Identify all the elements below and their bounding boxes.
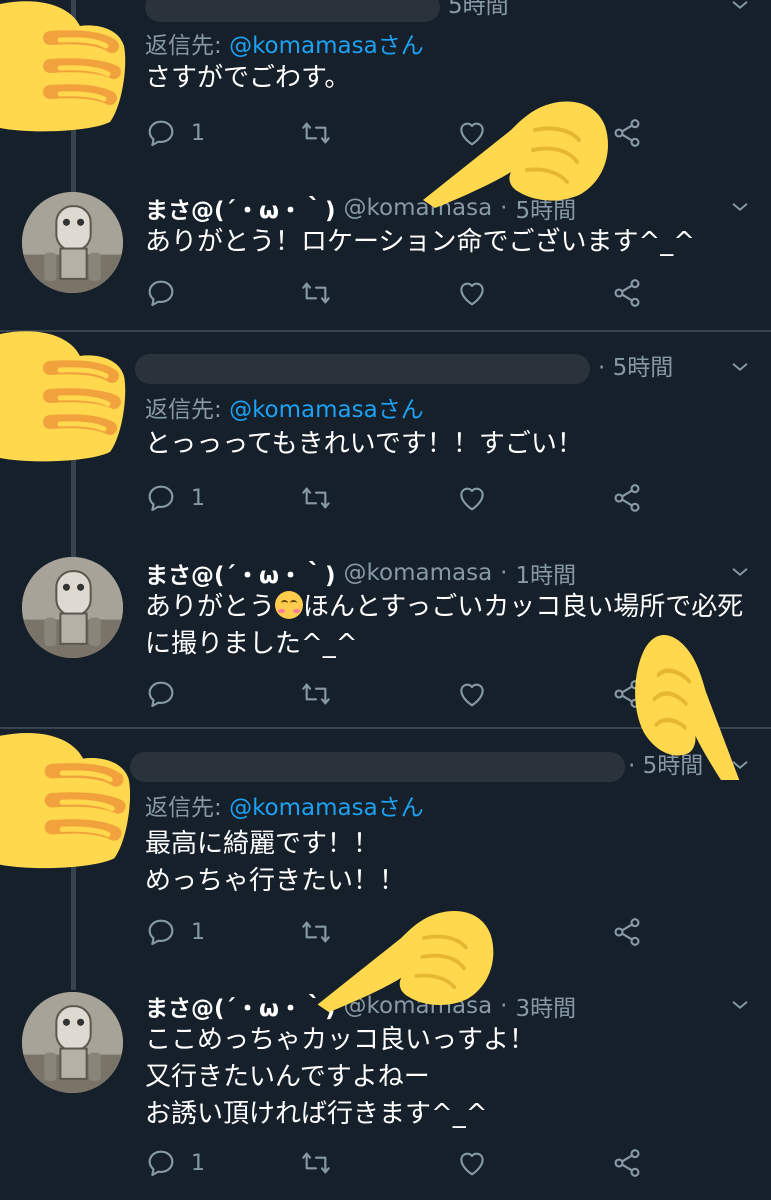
tweet-actions xyxy=(145,677,645,711)
separator: · xyxy=(500,560,508,586)
redacted-user xyxy=(145,0,440,22)
share-icon xyxy=(611,117,643,149)
reply-to-handle[interactable]: @komamasaさん xyxy=(229,795,424,821)
thumbs-up-hand-icon xyxy=(0,705,135,885)
chevron-down-icon[interactable] xyxy=(729,994,751,1016)
reply-button[interactable]: 1 xyxy=(145,1146,205,1180)
speech-bubble-icon xyxy=(145,482,177,514)
display-name[interactable]: まさ@(´・ω・｀) xyxy=(145,989,336,1023)
tweet-header: まさ@(´・ω・｀) @komamasa · 1時間 xyxy=(145,555,576,591)
heart-icon xyxy=(456,482,488,514)
display-name[interactable]: まさ@(´・ω・｀) xyxy=(145,191,336,225)
retweet-icon xyxy=(300,117,332,149)
reply-button[interactable] xyxy=(145,677,191,711)
heart-icon xyxy=(456,277,488,309)
display-name[interactable]: まさ@(´・ω・｀) xyxy=(145,556,336,590)
pointing-hand-icon xyxy=(310,880,500,1015)
reply-count: 1 xyxy=(191,919,205,945)
pointing-hand-icon xyxy=(415,70,615,210)
thumbs-up-hand-icon xyxy=(0,312,130,470)
reply-count: 1 xyxy=(191,485,205,511)
chevron-down-icon[interactable] xyxy=(729,356,751,378)
speech-bubble-icon xyxy=(145,678,177,710)
retweet-icon xyxy=(300,277,332,309)
retweet-icon xyxy=(300,1147,332,1179)
tweet-time: 3時間 xyxy=(515,996,577,1022)
like-button[interactable] xyxy=(456,677,488,711)
retweet-button[interactable] xyxy=(300,116,332,150)
like-button[interactable] xyxy=(456,481,488,515)
reply-to: 返信先: @komamasaさん xyxy=(145,788,424,822)
reply-to-handle[interactable]: @komamasaさん xyxy=(229,397,424,423)
thumbs-up-hand-icon xyxy=(0,0,130,136)
chevron-down-icon[interactable] xyxy=(729,196,751,218)
tweet-time: · 5時間 xyxy=(598,350,673,386)
share-icon xyxy=(611,1147,643,1179)
reply-button[interactable]: 1 xyxy=(145,116,205,150)
retweet-icon xyxy=(300,482,332,514)
reply-count: 1 xyxy=(191,1150,205,1176)
smiling-face-with-blush-icon xyxy=(275,591,304,619)
retweet-button[interactable] xyxy=(300,677,332,711)
reply-to-label: 返信先: xyxy=(145,795,230,821)
reply-to-label: 返信先: xyxy=(145,397,230,423)
separator: · xyxy=(500,993,508,1019)
redacted-user xyxy=(130,752,625,782)
tweet-text: とっっってもきれいです！！すごい！ xyxy=(145,429,583,459)
speech-bubble-icon xyxy=(145,1147,177,1179)
reply-to: 返信先: @komamasaさん xyxy=(145,390,424,424)
tweet-time: 1時間 xyxy=(515,563,577,589)
tweet-time-value: 5時間 xyxy=(612,355,674,381)
share-icon xyxy=(611,482,643,514)
tweet[interactable]: まさ@(´・ω・｀) @komamasa · 5時間 ありがとう！ロケーション命… xyxy=(0,190,771,330)
tweet-text: ありがとう！ロケーション命でございます^_^ xyxy=(145,227,696,257)
share-button[interactable] xyxy=(611,915,643,949)
share-button[interactable] xyxy=(611,276,643,310)
reply-count: 1 xyxy=(191,120,205,146)
reply-button[interactable] xyxy=(145,276,191,310)
heart-icon xyxy=(456,678,488,710)
share-button[interactable] xyxy=(611,481,643,515)
pointing-hand-icon xyxy=(630,620,771,780)
user-handle[interactable]: @komamasa xyxy=(344,560,493,586)
tweet[interactable]: まさ@(´・ω・｀) @komamasa · 3時間 ここめっちゃカッコ良いっす… xyxy=(0,988,771,1200)
tweet-text: ここめっちゃカッコ良いっすよ！ 又行きたいんですよねー お誘い頂ければ行きます^… xyxy=(145,1025,536,1129)
heart-icon xyxy=(456,1147,488,1179)
retweet-button[interactable] xyxy=(300,1146,332,1180)
speech-bubble-icon xyxy=(145,916,177,948)
reply-to-label: 返信先: xyxy=(145,33,230,59)
chevron-down-icon[interactable] xyxy=(729,0,751,16)
like-button[interactable] xyxy=(456,276,488,310)
reply-to: 返信先: @komamasaさん xyxy=(145,26,424,60)
share-button[interactable] xyxy=(611,116,643,150)
reply-button[interactable]: 1 xyxy=(145,915,205,949)
tweet-actions xyxy=(145,276,645,310)
redacted-user xyxy=(135,354,590,384)
like-button[interactable] xyxy=(456,1146,488,1180)
speech-bubble-icon xyxy=(145,117,177,149)
chevron-down-icon[interactable] xyxy=(729,561,751,583)
retweet-button[interactable] xyxy=(300,276,332,310)
share-icon xyxy=(611,916,643,948)
retweet-icon xyxy=(300,678,332,710)
reply-to-handle[interactable]: @komamasaさん xyxy=(229,33,424,59)
reply-button[interactable]: 1 xyxy=(145,481,205,515)
avatar[interactable] xyxy=(22,992,123,1093)
tweet-actions: 1 xyxy=(145,481,645,515)
tweet-text-part: ありがとう xyxy=(145,592,276,622)
avatar[interactable] xyxy=(22,192,123,293)
retweet-button[interactable] xyxy=(300,481,332,515)
avatar[interactable] xyxy=(22,557,123,658)
tweet-actions: 1 xyxy=(145,1146,645,1180)
tweet-time: 5時間 xyxy=(448,0,509,19)
share-icon xyxy=(611,277,643,309)
share-button[interactable] xyxy=(611,1146,643,1180)
separator: · xyxy=(598,355,606,381)
speech-bubble-icon xyxy=(145,277,177,309)
